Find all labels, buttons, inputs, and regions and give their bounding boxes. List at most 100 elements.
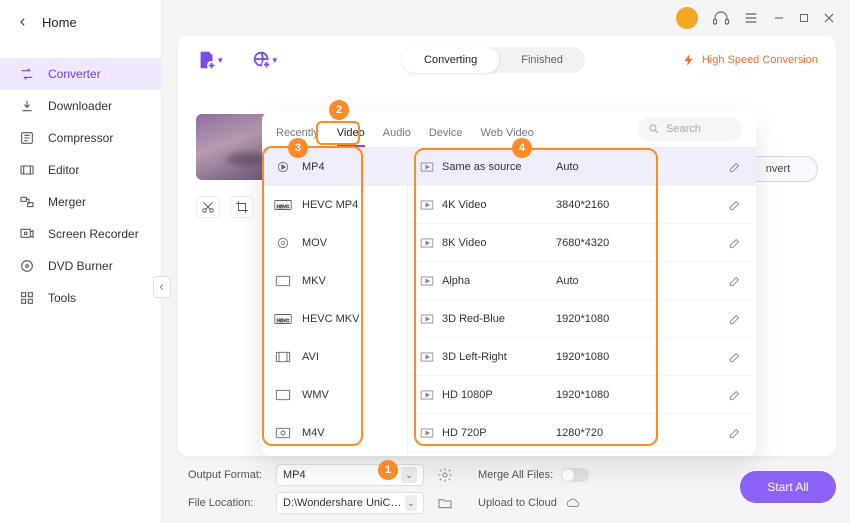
edit-preset-icon[interactable] [728, 350, 742, 364]
fmt-tab-video[interactable]: Video [337, 127, 365, 147]
fmt-container-mov[interactable]: MOV [262, 224, 407, 262]
window-close-icon[interactable] [822, 11, 836, 25]
sidebar-item-compressor[interactable]: Compressor [0, 122, 161, 154]
sidebar-item-label: Downloader [48, 99, 112, 113]
upload-to-cloud[interactable]: Upload to Cloud [478, 496, 581, 510]
merge-toggle[interactable] [561, 468, 589, 482]
tab-finished[interactable]: Finished [499, 47, 585, 73]
fmt-preset-row[interactable]: HD 720P 1280*720 [408, 414, 756, 452]
file-location-row: File Location: D:\Wondershare UniConvert… [188, 492, 836, 514]
toolbar: ▾ ▾ Converting Finished High Speed Conve… [178, 36, 836, 84]
fmt-tab-device[interactable]: Device [429, 127, 463, 147]
sidebar-item-merger[interactable]: Merger [0, 186, 161, 218]
file-location-value: D:\Wondershare UniConverter 1 [283, 497, 405, 509]
annotation-badge-2: 2 [329, 100, 349, 120]
format-popup: Recently Video Audio Device Web Video Se… [262, 112, 756, 456]
fmt-preset-name: 4K Video [436, 199, 556, 211]
caret-down-icon: ▾ [273, 55, 278, 66]
fmt-container-mp4[interactable]: MP4 [262, 148, 407, 186]
cut-icon[interactable] [196, 196, 220, 218]
fmt-preset-name: HD 720P [436, 427, 556, 439]
sidebar-item-label: Editor [48, 163, 79, 177]
hevc-icon: HEVC [274, 198, 292, 212]
compress-icon [18, 129, 36, 147]
fmt-preset-name: 3D Red-Blue [436, 313, 556, 325]
bottom-bar: Output Format: MP4 ⌄ Merge All Files: Fi… [178, 465, 836, 513]
edit-preset-icon[interactable] [728, 426, 742, 440]
edit-preset-icon[interactable] [728, 198, 742, 212]
edit-preset-icon[interactable] [728, 160, 742, 174]
search-icon [648, 123, 660, 135]
avatar[interactable] [676, 7, 698, 29]
start-all-button[interactable]: Start All [740, 471, 836, 503]
play-icon [418, 427, 436, 439]
sidebar-item-label: Tools [48, 291, 76, 305]
fmt-container-label: WMV [302, 389, 329, 401]
caret-down-icon: ⌄ [401, 467, 417, 483]
search-placeholder: Search [666, 123, 701, 135]
fmt-container-m4v[interactable]: M4V [262, 414, 407, 452]
play-icon [418, 351, 436, 363]
fmt-container-label: AVI [302, 351, 319, 363]
fmt-container-wmv[interactable]: WMV [262, 376, 407, 414]
headset-icon[interactable] [712, 9, 730, 27]
hamburger-icon[interactable] [742, 9, 760, 27]
format-search[interactable]: Search [638, 117, 742, 141]
fmt-container-hevc-mkv[interactable]: HEVC HEVC MKV [262, 300, 407, 338]
edit-preset-icon[interactable] [728, 236, 742, 250]
fmt-preset-row[interactable]: 8K Video 7680*4320 [408, 224, 756, 262]
fmt-tab-audio[interactable]: Audio [383, 127, 411, 147]
file-location-dropdown[interactable]: D:\Wondershare UniConverter 1 ⌄ [276, 492, 424, 514]
sidebar-item-tools[interactable]: Tools [0, 282, 161, 314]
tab-segmented: Converting Finished [402, 47, 585, 73]
svg-text:HEVC: HEVC [277, 204, 290, 209]
sidebar-title: Home [42, 15, 77, 30]
fmt-preset-row[interactable]: HD 1080P 1920*1080 [408, 376, 756, 414]
fmt-container-label: M4V [302, 427, 325, 439]
merge-label: Merge All Files: [478, 469, 553, 481]
window-maximize-icon[interactable] [798, 12, 810, 24]
fmt-preset-row[interactable]: Alpha Auto [408, 262, 756, 300]
open-folder-icon[interactable] [434, 492, 456, 514]
sidebar-item-converter[interactable]: Converter [0, 58, 161, 90]
fmt-container-mkv[interactable]: MKV [262, 262, 407, 300]
play-icon [418, 389, 436, 401]
edit-preset-icon[interactable] [728, 388, 742, 402]
fmt-preset-row[interactable]: Same as source Auto [408, 148, 756, 186]
fmt-preset-row[interactable]: 3D Red-Blue 1920*1080 [408, 300, 756, 338]
fmt-container-hevc-mp4[interactable]: HEVC HEVC MP4 [262, 186, 407, 224]
window-minimize-icon[interactable] [772, 11, 786, 25]
film-icon [274, 160, 292, 174]
back-icon[interactable] [18, 16, 28, 28]
edit-preset-icon[interactable] [728, 312, 742, 326]
download-icon [18, 97, 36, 115]
settings-icon[interactable] [434, 464, 456, 486]
output-format-dropdown[interactable]: MP4 ⌄ [276, 464, 424, 486]
sidebar-item-dvd-burner[interactable]: DVD Burner [0, 250, 161, 282]
add-url-button[interactable]: ▾ [251, 49, 278, 71]
caret-down-icon: ⌄ [405, 495, 417, 511]
edit-preset-icon[interactable] [728, 274, 742, 288]
converter-icon [18, 65, 36, 83]
format-body: MP4 HEVC HEVC MP4 MOV MKV HEVC HEVC MKV … [262, 148, 756, 456]
high-speed-label[interactable]: High Speed Conversion [682, 53, 818, 67]
editor-icon [18, 161, 36, 179]
sidebar-item-screen-recorder[interactable]: Screen Recorder [0, 218, 161, 250]
sidebar-item-downloader[interactable]: Downloader [0, 90, 161, 122]
output-format-label: Output Format: [188, 469, 266, 481]
fmt-preset-res: 3840*2160 [556, 199, 728, 211]
tab-converting[interactable]: Converting [402, 47, 499, 73]
tools-icon [18, 289, 36, 307]
fmt-preset-row[interactable]: 4K Video 3840*2160 [408, 186, 756, 224]
add-file-button[interactable]: ▾ [196, 49, 223, 71]
fmt-preset-res: 1920*1080 [556, 351, 728, 363]
file-location-label: File Location: [188, 497, 266, 509]
sidebar-item-label: DVD Burner [48, 259, 113, 273]
fmt-preset-row[interactable]: 3D Left-Right 1920*1080 [408, 338, 756, 376]
sidebar-header: Home [0, 0, 161, 44]
dvd-icon [18, 257, 36, 275]
fmt-container-avi[interactable]: AVI [262, 338, 407, 376]
sidebar-item-editor[interactable]: Editor [0, 154, 161, 186]
sidebar-collapse-button[interactable] [153, 276, 171, 298]
crop-icon[interactable] [230, 196, 254, 218]
